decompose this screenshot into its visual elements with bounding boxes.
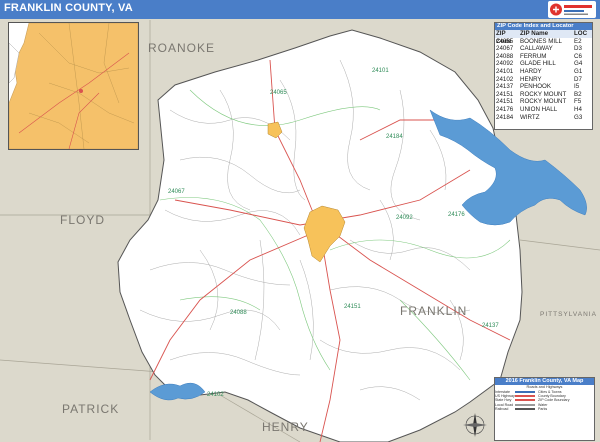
zip-code: 24088 [496, 52, 514, 60]
zip-loc: B2 [574, 90, 582, 98]
zip-row[interactable]: 24067 CALLAWAY D3 [495, 45, 592, 53]
zip-name: ROCKY MOUNT [520, 90, 567, 98]
zip-row[interactable]: 24088 FERRUM C6 [495, 53, 592, 61]
zip-name: HARDY [520, 67, 542, 75]
henry-county-label: HENRY [262, 420, 309, 434]
zip-loc: G1 [574, 67, 583, 75]
zip-code: 24092 [496, 60, 514, 68]
zip-code-index-panel: ZIP Code Index and Locator ZIP Code ZIP … [494, 22, 593, 130]
zip-loc: E2 [574, 37, 582, 45]
zip-loc: G4 [574, 60, 583, 68]
zip-row[interactable]: 24137 PENHOOK I5 [495, 83, 592, 91]
zip-loc: I5 [574, 83, 580, 91]
zip-row[interactable]: 24176 UNION HALL H4 [495, 106, 592, 114]
zip-name: HENRY [520, 75, 542, 83]
compass-rose-icon [462, 412, 488, 438]
zip-name: PENHOOK [520, 83, 551, 91]
zip-code: 24137 [496, 83, 514, 91]
zip-code: 24184 [496, 113, 514, 121]
zip-row[interactable]: 24102 HENRY D7 [495, 76, 592, 84]
legend-title: 2016 Franklin County, VA Map [495, 378, 594, 385]
zip-loc: D3 [574, 45, 582, 53]
title-bar: FRANKLIN COUNTY, VA [0, 0, 600, 19]
zip-code: 24065 [496, 37, 514, 45]
page-title: FRANKLIN COUNTY, VA [4, 2, 133, 14]
zip-loc: F5 [574, 98, 582, 106]
roanoke-county-label: ROANOKE [148, 41, 216, 55]
route-label-24151: 24151 [344, 304, 361, 310]
loc-header: LOC [574, 30, 588, 37]
route-label-24101: 24101 [372, 68, 389, 74]
zip-name: WIRTZ [520, 113, 540, 121]
legend-road-type: Railroad [495, 406, 509, 411]
legend-feature: Parks [538, 406, 548, 411]
zip-row[interactable]: 24151 ROCKY MOUNT B2 [495, 91, 592, 99]
legend-swatch [515, 399, 535, 402]
floyd-county-label: FLOYD [60, 213, 106, 227]
route-label-24092: 24092 [396, 215, 413, 221]
route-label-24176: 24176 [448, 212, 465, 218]
zip-code: 24151 [496, 98, 514, 106]
route-label-24088: 24088 [230, 310, 247, 316]
zip-panel-header-row: ZIP Code ZIP Name LOC [495, 30, 592, 45]
legend-swatch [515, 391, 535, 394]
zip-name: UNION HALL [520, 105, 558, 113]
zip-row[interactable]: 24101 HARDY G1 [495, 68, 592, 76]
route-label-24065: 24065 [270, 90, 287, 96]
zip-loc: D7 [574, 75, 582, 83]
zip-name: CALLAWAY [520, 45, 553, 53]
legend-row: Railroad Parks [495, 407, 594, 411]
zip-loc: G3 [574, 113, 583, 121]
legend-swatch [515, 407, 535, 410]
zip-code: 24101 [496, 67, 514, 75]
zip-header: ZIP Code [496, 30, 512, 45]
state-locator-inset [8, 22, 139, 150]
map-legend: 2016 Franklin County, VA Map Roads and H… [494, 377, 595, 441]
route-label-24102: 24102 [207, 392, 224, 398]
zip-code: 24067 [496, 45, 514, 53]
route-label-24137: 24137 [482, 323, 499, 329]
zip-row[interactable]: 24092 GLADE HILL G4 [495, 60, 592, 68]
zip-row[interactable]: 24065 BOONES MILL E2 [495, 38, 592, 46]
pittsylvania-county-label: PITTSYLVANIA [540, 311, 597, 318]
zip-loc: C6 [574, 52, 582, 60]
legend-swatch [515, 403, 535, 406]
zip-panel-title: ZIP Code Index and Locator [495, 23, 592, 30]
patrick-county-label: PATRICK [62, 402, 120, 416]
map-publisher-logo-icon [548, 1, 596, 18]
zip-name-header: ZIP Name [520, 30, 549, 37]
zip-code: 24102 [496, 75, 514, 83]
zip-code: 24176 [496, 105, 514, 113]
map-page: FRANKLIN COUNTY, VA ROANOKE FLOYD PATRIC… [0, 0, 600, 442]
zip-name: GLADE HILL [520, 60, 556, 68]
zip-code: 24151 [496, 90, 514, 98]
legend-swatch [515, 395, 535, 398]
zip-name: FERRUM [520, 52, 547, 60]
franklin-county-label: FRANKLIN [400, 304, 468, 318]
zip-row[interactable]: 24184 WIRTZ G3 [495, 114, 592, 122]
route-label-24184: 24184 [386, 134, 403, 140]
zip-loc: H4 [574, 105, 582, 113]
route-label-24067: 24067 [168, 189, 185, 195]
zip-name: BOONES MILL [520, 37, 562, 45]
zip-name: ROCKY MOUNT [520, 98, 567, 106]
zip-row[interactable]: 24151 ROCKY MOUNT F5 [495, 98, 592, 106]
